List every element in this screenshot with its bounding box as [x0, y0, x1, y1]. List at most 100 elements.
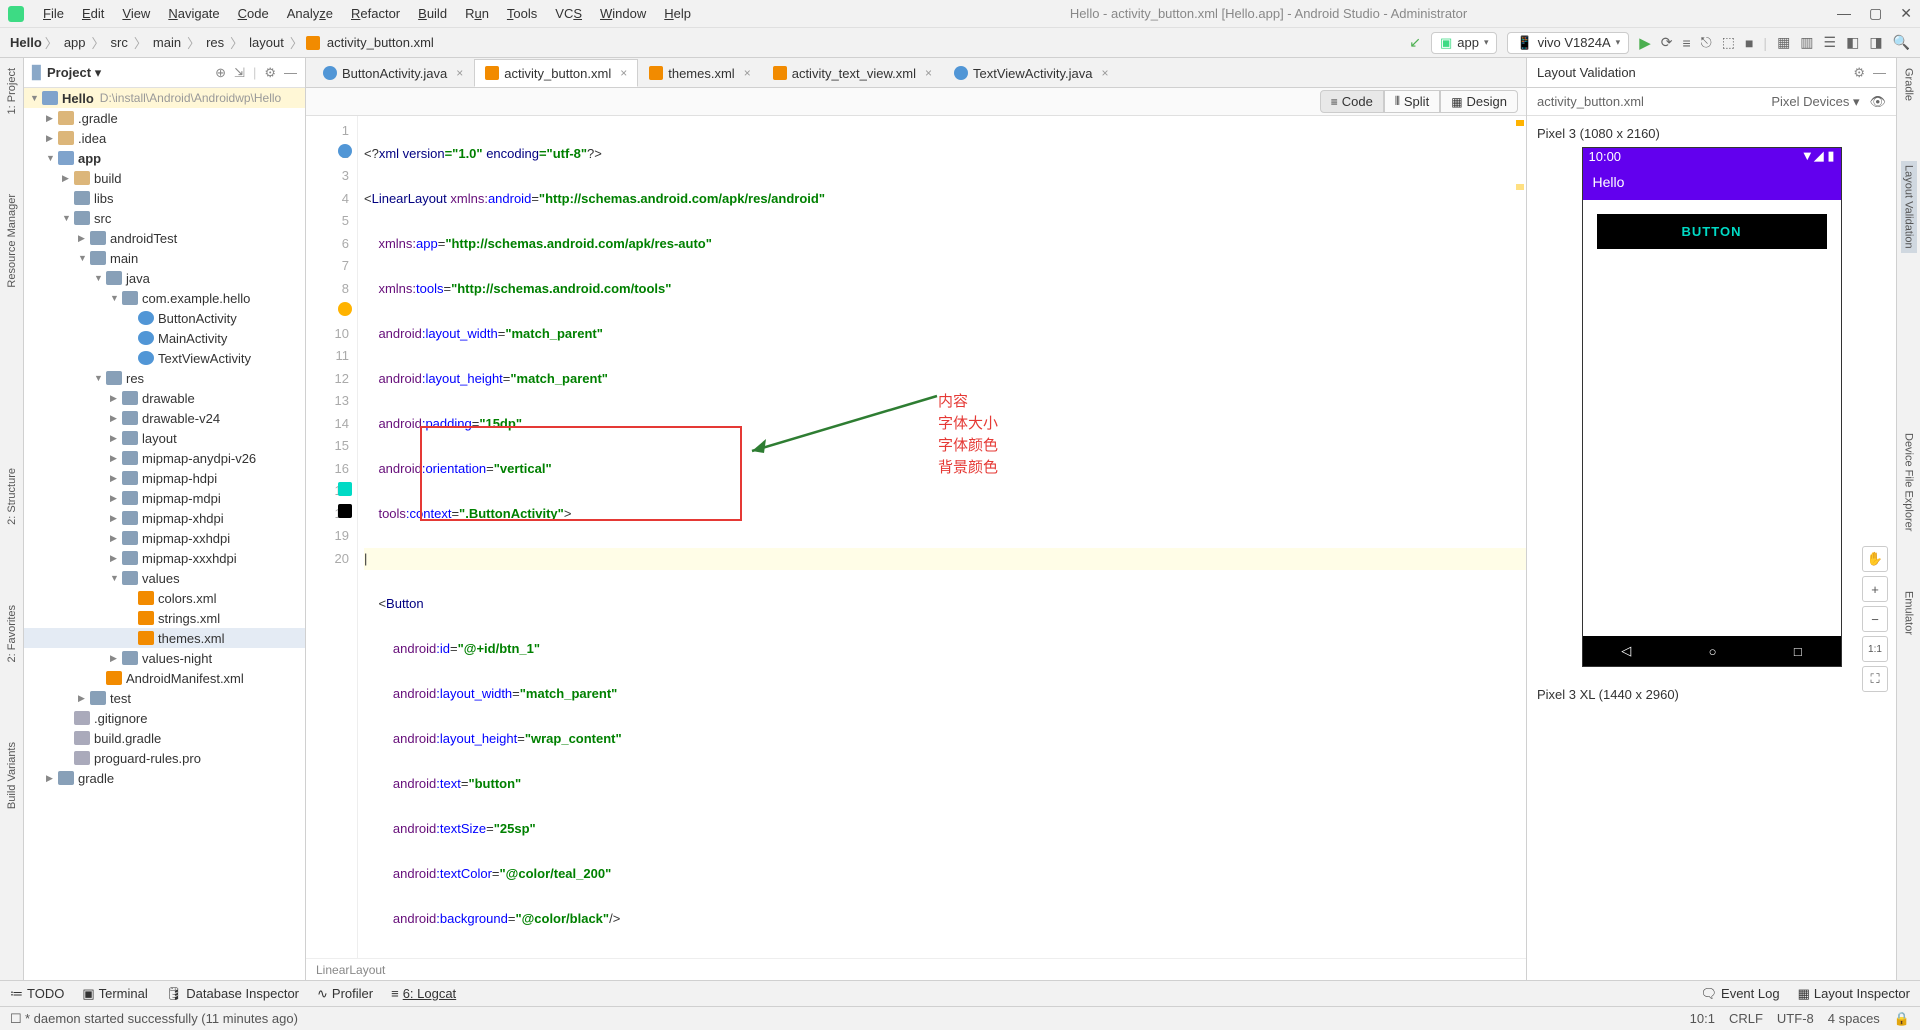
project-view-selector[interactable]: Project ▾ [47, 65, 101, 81]
menu-vcs[interactable]: VCS [546, 6, 591, 21]
tree-row[interactable]: themes.xml [24, 628, 305, 648]
menu-tools[interactable]: Tools [498, 6, 546, 21]
tab-profiler[interactable]: ∿ Profiler [317, 986, 373, 1002]
editor-tab[interactable]: activity_button.xml× [474, 59, 638, 87]
rail-device-file-explorer[interactable]: Device File Explorer [1903, 433, 1915, 531]
menu-analyze[interactable]: Analyze [278, 6, 342, 21]
zoom-in-icon[interactable]: + [1862, 576, 1888, 602]
status-encoding[interactable]: UTF-8 [1777, 1011, 1814, 1027]
tab-split[interactable]: ⫴ Split [1384, 90, 1440, 113]
resource-icon[interactable]: ◧ [1846, 34, 1859, 51]
tab-event-log[interactable]: 🗨 Event Log [1701, 986, 1780, 1002]
avd-icon[interactable]: ▦ [1777, 34, 1790, 51]
close-icon[interactable]: ✕ [1900, 5, 1912, 22]
tree-row[interactable]: ▶build [24, 168, 305, 188]
rail-favorites[interactable]: 2: Favorites [6, 605, 18, 662]
expand-all-icon[interactable]: ⇲ [234, 65, 245, 81]
tree-row[interactable]: ▶test [24, 688, 305, 708]
code-editor[interactable]: <?xml version="1.0" encoding="utf-8"?> <… [358, 116, 1526, 958]
tree-row[interactable]: ▶values-night [24, 648, 305, 668]
tree-row[interactable]: ▶gradle [24, 768, 305, 788]
menu-refactor[interactable]: Refactor [342, 6, 409, 21]
menu-view[interactable]: View [113, 6, 159, 21]
rail-structure[interactable]: 2: Structure [6, 468, 18, 525]
editor-tab[interactable]: TextViewActivity.java× [943, 59, 1119, 87]
status-eol[interactable]: CRLF [1729, 1011, 1763, 1027]
device-selector[interactable]: 📱vivo V1824A▾ [1507, 32, 1629, 54]
run-icon[interactable]: ▶ [1639, 34, 1651, 52]
tab-database-inspector[interactable]: 🛢 Database Inspector [166, 986, 299, 1002]
tab-layout-inspector[interactable]: ▦ Layout Inspector [1798, 986, 1910, 1002]
close-tab-icon[interactable]: × [925, 66, 932, 80]
error-stripe[interactable] [1514, 116, 1526, 958]
color-swatch-black-icon[interactable] [338, 504, 352, 518]
breadcrumb[interactable]: Hello〉 app〉 src〉 main〉 res〉 layout〉 acti… [10, 33, 437, 52]
rail-gradle[interactable]: Gradle [1903, 68, 1915, 101]
tree-root[interactable]: ▼HelloD:\install\Android\Androidwp\Hello [24, 88, 305, 108]
menu-run[interactable]: Run [456, 6, 498, 21]
tree-row[interactable]: ▶mipmap-anydpi-v26 [24, 448, 305, 468]
search-icon[interactable]: 🔍 [1893, 34, 1910, 51]
debug-icon[interactable]: ⟳ [1661, 34, 1673, 51]
coverage-icon[interactable]: ≡ [1682, 35, 1690, 51]
tab-logcat[interactable]: ≡ 6: Logcat [391, 986, 456, 1001]
rail-emulator[interactable]: Emulator [1903, 591, 1915, 635]
color-swatch-teal-icon[interactable] [338, 482, 352, 496]
zoom-out-icon[interactable]: − [1862, 606, 1888, 632]
maximize-icon[interactable]: ▢ [1869, 5, 1882, 22]
tree-row[interactable]: ▶layout [24, 428, 305, 448]
structure-icon[interactable]: ☰ [1824, 34, 1837, 51]
sync-icon[interactable]: ↙ [1409, 34, 1421, 51]
device-group-selector[interactable]: Pixel Devices ▾ [1771, 94, 1859, 110]
editor-tab[interactable]: activity_text_view.xml× [762, 59, 943, 87]
visibility-icon[interactable]: 👁 [1869, 94, 1886, 110]
class-gutter-icon[interactable] [338, 144, 352, 158]
editor-tab[interactable]: ButtonActivity.java× [312, 59, 474, 87]
menu-navigate[interactable]: Navigate [159, 6, 228, 21]
tree-row[interactable]: ▶androidTest [24, 228, 305, 248]
profile-icon[interactable]: ⎋ [1701, 34, 1712, 51]
rail-project[interactable]: 1: Project [6, 68, 18, 114]
editor-tab[interactable]: themes.xml× [638, 59, 761, 87]
status-toggle-icon[interactable]: ☐ [10, 1011, 22, 1027]
sdk-icon[interactable]: ▥ [1800, 34, 1813, 51]
rail-layout-validation[interactable]: Layout Validation [1901, 161, 1917, 253]
device-preview[interactable]: 10:00▼◢ ▮ Hello BUTTON ◁○□ [1582, 147, 1842, 667]
menu-code[interactable]: Code [229, 6, 278, 21]
tree-row[interactable]: ▼app [24, 148, 305, 168]
project-tree[interactable]: ▼HelloD:\install\Android\Androidwp\Hello… [24, 88, 305, 980]
menu-help[interactable]: Help [655, 6, 700, 21]
rail-build-variants[interactable]: Build Variants [6, 742, 18, 809]
run-config-selector[interactable]: ▣app▾ [1431, 32, 1498, 54]
tree-row[interactable]: ▶mipmap-xhdpi [24, 508, 305, 528]
tree-row[interactable]: ▶mipmap-mdpi [24, 488, 305, 508]
tree-row[interactable]: ▼src [24, 208, 305, 228]
tree-row[interactable]: ▶drawable-v24 [24, 408, 305, 428]
close-tab-icon[interactable]: × [456, 66, 463, 80]
tree-row[interactable]: strings.xml [24, 608, 305, 628]
menu-file[interactable]: File [34, 6, 73, 21]
assistant-icon[interactable]: ◨ [1869, 34, 1882, 51]
settings-gear-icon[interactable]: ⚙ [264, 65, 276, 81]
tree-row[interactable]: ▶drawable [24, 388, 305, 408]
line-gutter[interactable]: 1234567891011121314151617181920 [306, 116, 358, 958]
tree-row[interactable]: ▶mipmap-xxhdpi [24, 528, 305, 548]
pan-icon[interactable]: ✋ [1862, 546, 1888, 572]
attach-icon[interactable]: ⬚ [1722, 34, 1735, 51]
tree-row[interactable]: ▶mipmap-hdpi [24, 468, 305, 488]
tree-row[interactable]: MainActivity [24, 328, 305, 348]
menu-edit[interactable]: Edit [73, 6, 113, 21]
zoom-fit-icon[interactable]: 1:1 [1862, 636, 1888, 662]
select-opened-icon[interactable]: ⊕ [215, 65, 226, 81]
status-position[interactable]: 10:1 [1690, 1011, 1715, 1027]
tree-row[interactable]: ▶.gradle [24, 108, 305, 128]
minimize-icon[interactable]: — [1837, 5, 1851, 22]
hide-icon[interactable]: — [284, 65, 297, 81]
tree-row[interactable]: AndroidManifest.xml [24, 668, 305, 688]
stop-icon[interactable]: ■ [1745, 35, 1753, 51]
collapse-all-icon[interactable]: | [253, 65, 256, 81]
tree-row[interactable]: ButtonActivity [24, 308, 305, 328]
menu-window[interactable]: Window [591, 6, 655, 21]
tab-terminal[interactable]: ▣ Terminal [82, 986, 147, 1002]
validation-gear-icon[interactable]: ⚙ [1853, 65, 1865, 81]
